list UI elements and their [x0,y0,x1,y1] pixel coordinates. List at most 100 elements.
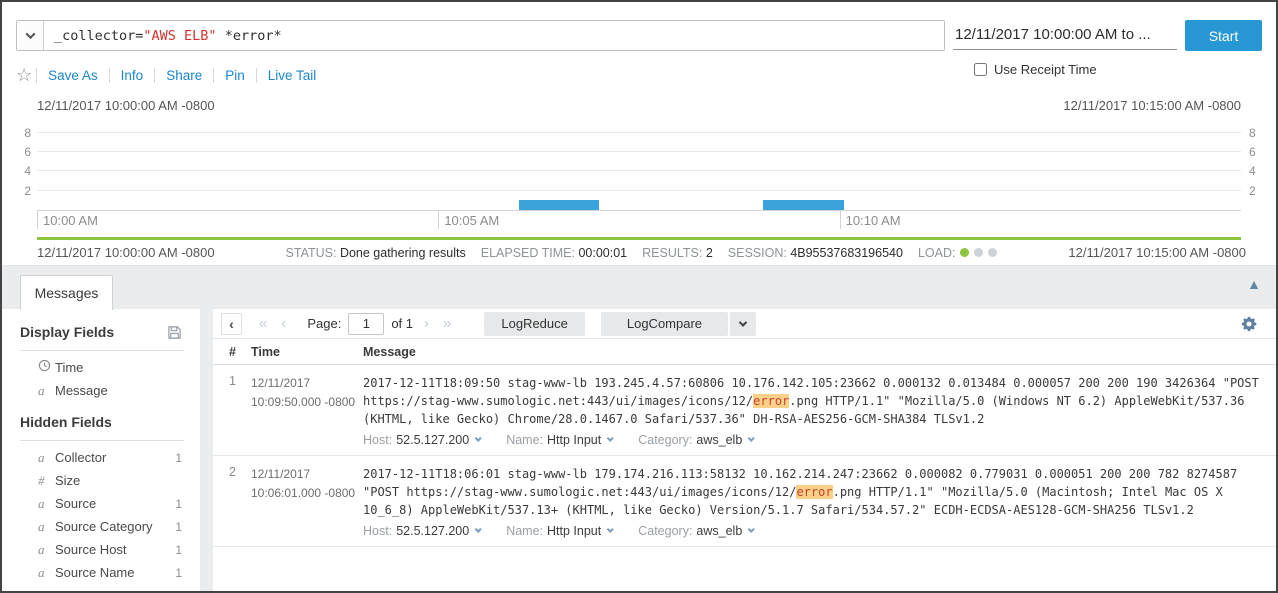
field-item-time[interactable]: Time [2,356,200,379]
histogram-range-end: 12/11/2017 10:15:00 AM -0800 [1063,98,1241,113]
save-fields-icon[interactable] [167,325,182,340]
string-type-icon: a [38,496,55,512]
row-timestamp: 12/11/2017 10:09:50.000 -0800 [251,374,363,447]
info-link[interactable]: Info [109,68,155,83]
y-axis-tick-label: 4 [1249,164,1271,178]
next-page-button[interactable]: › [417,315,436,332]
page-label: Page: [307,316,341,331]
field-label: Source [55,496,96,511]
field-item-message[interactable]: a Message [2,379,200,402]
row-timestamp: 12/11/2017 10:06:01.000 -0800 [251,465,363,538]
pin-link[interactable]: Pin [213,68,256,83]
status-time-end: 12/11/2017 10:15:00 AM -0800 [1068,245,1246,260]
column-header-message[interactable]: Message [363,345,1276,359]
x-axis-tick-label: 10:00 AM [37,211,98,229]
string-type-icon: a [38,519,55,535]
field-label: Source Name [55,565,134,580]
y-axis-tick-label: 2 [1249,184,1271,198]
divider [20,350,184,351]
meta-name-dropdown[interactable]: Name:Http Input [506,524,612,538]
messages-toolbar: ‹ « ‹ Page: of 1 › » LogReduce LogCompar… [213,309,1276,339]
table-row[interactable]: 1 12/11/2017 10:09:50.000 -0800 2017-12-… [213,365,1276,456]
session-id-item: SESSION: 4B95537683196540 [728,246,903,260]
y-axis-tick-label: 6 [9,145,31,159]
y-axis-tick-label: 2 [9,184,31,198]
field-count: 1 [175,566,182,580]
query-prefix: _collector= [54,28,143,44]
column-header-time[interactable]: Time [251,345,363,359]
field-item-source[interactable]: a Source 1 [2,492,200,515]
first-page-button[interactable]: « [252,315,274,332]
time-range-selector[interactable]: 12/11/2017 10:00:00 AM to ... [953,22,1177,50]
tab-messages[interactable]: Messages [20,275,113,310]
string-type-icon: a [38,450,55,466]
chevron-down-icon [475,434,482,441]
row-date: 12/11/2017 [251,376,310,390]
live-tail-link[interactable]: Live Tail [256,68,328,83]
chevron-down-icon [607,434,614,441]
number-type-icon: # [38,473,55,489]
chevron-down-icon [25,29,35,39]
table-row[interactable]: 2 12/11/2017 10:06:01.000 -0800 2017-12-… [213,456,1276,547]
query-expander-button[interactable] [17,21,44,50]
column-header-number[interactable]: # [213,345,251,359]
query-highlighted-term: "AWS ELB" [143,28,216,44]
status-bar: 12/11/2017 10:00:00 AM -0800 STATUS: Don… [2,240,1276,265]
meta-name-dropdown[interactable]: Name:Http Input [506,433,612,447]
field-count: 1 [175,543,182,557]
meta-host-dropdown[interactable]: Host:52.5.127.200 [363,524,480,538]
hidden-fields-header: Hidden Fields [20,414,182,430]
collapse-sidebar-button[interactable]: ‹ [221,313,242,335]
share-link[interactable]: Share [154,68,213,83]
save-as-link[interactable]: Save As [36,68,109,83]
histogram-header: 12/11/2017 10:00:00 AM -0800 12/11/2017 … [37,86,1241,121]
field-item-source-name[interactable]: a Source Name 1 [2,561,200,584]
use-receipt-time-option[interactable]: Use Receipt Time [974,62,1097,77]
logcompare-dropdown-button[interactable] [730,312,756,336]
elapsed-time-item: ELAPSED TIME: 00:00:01 [481,246,627,260]
query-suffix: *error* [217,28,282,44]
field-count: 1 [175,497,182,511]
chevron-down-icon [748,434,755,441]
row-time: 10:09:50.000 -0800 [251,395,355,409]
field-item-collector[interactable]: a Collector 1 [2,446,200,469]
field-label: Source Host [55,542,127,557]
meta-category-dropdown[interactable]: Category:aws_elb [638,433,753,447]
load-dot [988,248,997,257]
page-number-input[interactable] [348,313,384,335]
field-item-source-category[interactable]: a Source Category 1 [2,515,200,538]
chevron-down-icon [748,525,755,532]
previous-page-button[interactable]: ‹ [274,315,293,332]
results-count-item: RESULTS: 2 [642,246,713,260]
status-time-start: 12/11/2017 10:00:00 AM -0800 [37,245,215,260]
log-message: 2017-12-11T18:09:50 stag-www-lb 193.245.… [363,376,1266,426]
field-item-size[interactable]: # Size [2,469,200,492]
search-section: _collector="AWS ELB" *error* 12/11/2017 … [2,2,1276,86]
histogram-plot: 22446688 [37,121,1241,211]
query-box[interactable]: _collector="AWS ELB" *error* [16,20,945,51]
logreduce-button[interactable]: LogReduce [484,312,585,336]
panel-divider-gap [200,309,213,591]
string-type-icon: a [38,383,55,399]
collapse-pane-icon[interactable]: ▲ [1247,277,1261,291]
favorite-star-icon[interactable]: ☆ [16,66,32,84]
last-page-button[interactable]: » [436,315,458,332]
field-item-source-host[interactable]: a Source Host 1 [2,538,200,561]
histogram-section: 12/11/2017 10:00:00 AM -0800 12/11/2017 … [2,86,1276,237]
logcompare-button[interactable]: LogCompare [601,312,728,336]
logcompare-button-group: LogCompare [601,312,756,336]
load-label: LOAD: [918,246,956,260]
row-number: 1 [213,374,251,447]
y-axis-tick-label: 4 [9,164,31,178]
start-button[interactable]: Start [1185,20,1262,51]
meta-category-dropdown[interactable]: Category:aws_elb [638,524,753,538]
display-fields-title: Display Fields [20,324,114,340]
use-receipt-time-checkbox[interactable] [974,63,987,76]
row-date: 12/11/2017 [251,467,310,481]
chevron-down-icon [739,318,747,326]
search-query-input[interactable]: _collector="AWS ELB" *error* [44,21,292,50]
settings-gear-icon[interactable] [1240,315,1258,333]
histogram-bar[interactable] [519,200,599,210]
histogram-bar[interactable] [763,200,843,210]
meta-host-dropdown[interactable]: Host:52.5.127.200 [363,433,480,447]
